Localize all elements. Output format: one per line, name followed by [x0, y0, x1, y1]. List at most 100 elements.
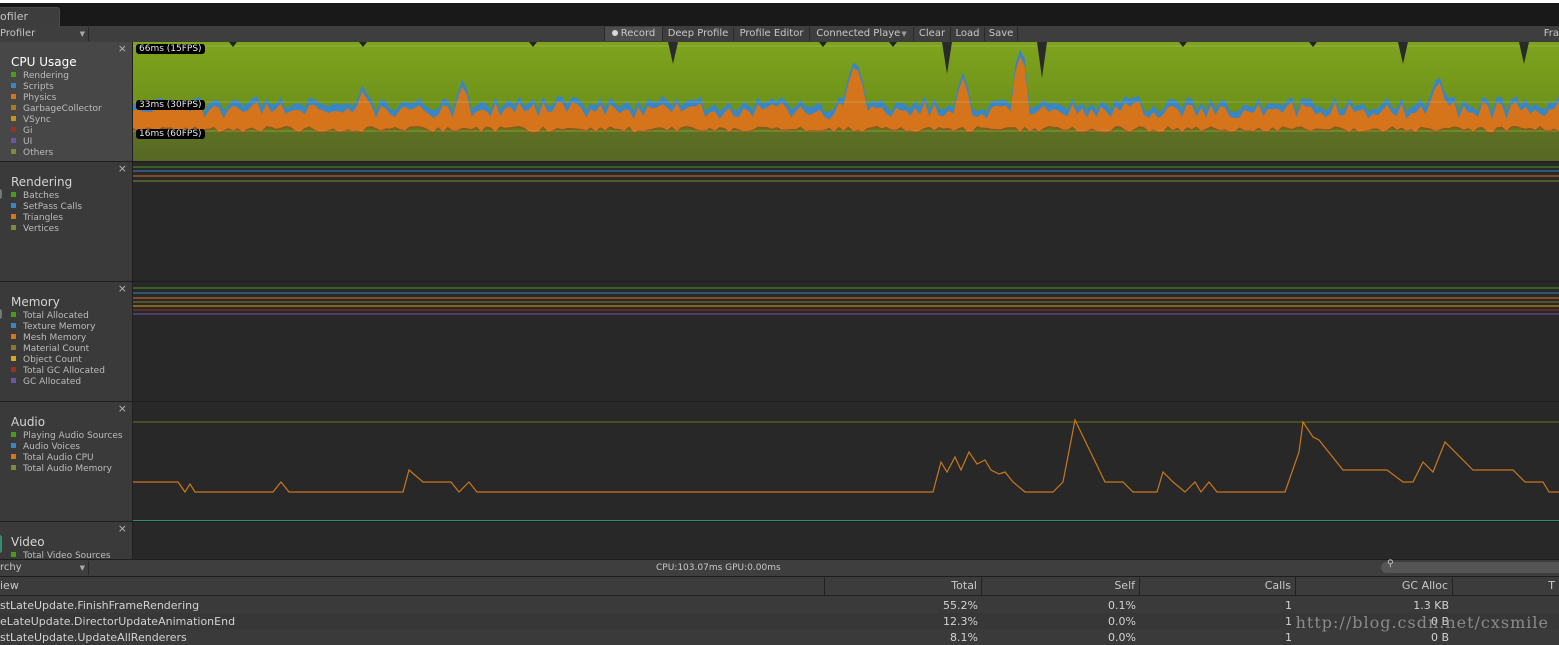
- legend-item[interactable]: Total Allocated: [11, 311, 105, 322]
- legend-item[interactable]: Material Count: [11, 344, 105, 355]
- column-header-gc-alloc[interactable]: GC Alloc: [1296, 577, 1453, 595]
- legend-item[interactable]: Gi: [11, 126, 102, 137]
- legend-swatch: [11, 465, 16, 470]
- legend-swatch: [11, 225, 16, 230]
- memory-lane[interactable]: × Memory Total Allocated Texture Memory …: [0, 282, 1559, 402]
- profiler-tab[interactable]: ofiler: [0, 7, 60, 26]
- legend-swatch: [11, 432, 16, 437]
- legend-swatch: [11, 83, 16, 88]
- legend-label: Triangles: [23, 213, 64, 223]
- save-button[interactable]: Save: [984, 27, 1018, 41]
- legend-item[interactable]: Total Audio Memory: [11, 464, 123, 475]
- audio-legend-panel[interactable]: × Audio Playing Audio Sources Audio Voic…: [0, 402, 133, 521]
- legend-item[interactable]: Vertices: [11, 224, 82, 235]
- legend-label: Object Count: [23, 355, 82, 365]
- legend-item[interactable]: Total Audio CPU: [11, 453, 123, 464]
- audio-graph[interactable]: [133, 402, 1559, 521]
- audio-lane[interactable]: × Audio Playing Audio Sources Audio Voic…: [0, 402, 1559, 522]
- legend-item[interactable]: GarbageCollector: [11, 104, 102, 115]
- legend-label: Total Audio CPU: [23, 453, 94, 463]
- legend-swatch: [11, 345, 16, 350]
- legend-label: VSync: [23, 115, 51, 125]
- hierarchy-view-dropdown[interactable]: rchy ▼: [0, 561, 89, 575]
- cpu-usage-chart: [133, 42, 1559, 161]
- rendering-graph[interactable]: [133, 162, 1559, 281]
- table-row[interactable]: stLateUpdate.FinishFrameRendering 55.2% …: [0, 597, 1559, 613]
- legend-item[interactable]: Triangles: [11, 213, 82, 224]
- legend-item[interactable]: Object Count: [11, 355, 105, 366]
- close-icon[interactable]: ×: [118, 403, 127, 414]
- lane-drag-handle[interactable]: [0, 189, 2, 199]
- cpu-lower-band: [133, 132, 1559, 161]
- legend-swatch: [11, 334, 16, 339]
- legend-swatch: [11, 192, 16, 197]
- legend-item[interactable]: GC Allocated: [11, 377, 105, 388]
- video-title: Video: [11, 535, 45, 549]
- row-total: 8.1%: [950, 631, 978, 644]
- column-header-calls[interactable]: Calls: [1140, 577, 1296, 595]
- series-line-audio-cpu: [133, 418, 1559, 494]
- column-header-time[interactable]: T: [1453, 577, 1559, 595]
- lane-drag-handle[interactable]: [0, 535, 2, 553]
- legend-item[interactable]: VSync: [11, 115, 102, 126]
- rendering-lane[interactable]: × Rendering Batches SetPass Calls Triang…: [0, 162, 1559, 282]
- legend-item[interactable]: Others: [11, 148, 102, 159]
- column-header-self[interactable]: Self: [982, 577, 1140, 595]
- video-legend-panel[interactable]: × Video Total Video Sources: [0, 522, 133, 559]
- legend-item[interactable]: Total Video Sources: [11, 551, 111, 559]
- record-button[interactable]: Record: [604, 27, 662, 41]
- close-icon[interactable]: ×: [118, 283, 127, 294]
- legend-swatch: [11, 116, 16, 121]
- close-icon[interactable]: ×: [118, 43, 127, 54]
- legend-swatch: [11, 443, 16, 448]
- search-input[interactable]: ⚲: [1381, 559, 1559, 573]
- legend-item[interactable]: Texture Memory: [11, 322, 105, 333]
- fps-label-60: 16ms (60FPS): [136, 129, 205, 139]
- close-icon[interactable]: ×: [118, 523, 127, 534]
- legend-swatch: [11, 203, 16, 208]
- legend-swatch: [11, 105, 16, 110]
- legend-swatch: [11, 378, 16, 383]
- cpu-usage-graph[interactable]: 66ms (15FPS) 33ms (30FPS) 16ms (60FPS): [133, 42, 1559, 161]
- cpu-usage-lane[interactable]: × CPU Usage Rendering Scripts Physics Ga…: [0, 42, 1559, 162]
- video-legend: Total Video Sources: [11, 551, 111, 559]
- legend-label: Gi: [23, 126, 33, 136]
- profiler-mode-dropdown[interactable]: Profiler ▼: [0, 27, 89, 41]
- legend-item[interactable]: Audio Voices: [11, 442, 123, 453]
- legend-label: GarbageCollector: [23, 104, 102, 114]
- deep-profile-button[interactable]: Deep Profile: [662, 27, 733, 41]
- cpu-usage-legend-panel[interactable]: × CPU Usage Rendering Scripts Physics Ga…: [0, 42, 133, 161]
- legend-label: Vertices: [23, 224, 59, 234]
- connected-player-dropdown[interactable]: Connected Playe▼: [809, 27, 913, 41]
- chevron-down-icon: ▼: [79, 30, 85, 38]
- legend-label: Texture Memory: [23, 322, 96, 332]
- legend-item[interactable]: Mesh Memory: [11, 333, 105, 344]
- legend-item[interactable]: UI: [11, 137, 102, 148]
- rendering-legend-panel[interactable]: × Rendering Batches SetPass Calls Triang…: [0, 162, 133, 281]
- clear-button[interactable]: Clear: [913, 27, 950, 41]
- video-graph[interactable]: [133, 522, 1559, 559]
- lane-drag-handle[interactable]: [0, 309, 2, 319]
- legend-item[interactable]: Playing Audio Sources: [11, 431, 123, 442]
- legend-swatch: [11, 356, 16, 361]
- record-label: Record: [620, 28, 656, 39]
- legend-swatch: [11, 72, 16, 77]
- column-header-name[interactable]: iew: [0, 577, 825, 595]
- memory-legend-panel[interactable]: × Memory Total Allocated Texture Memory …: [0, 282, 133, 401]
- legend-item[interactable]: Total GC Allocated: [11, 366, 105, 377]
- legend-item[interactable]: Physics: [11, 93, 102, 104]
- legend-item[interactable]: SetPass Calls: [11, 202, 82, 213]
- legend-item[interactable]: Scripts: [11, 82, 102, 93]
- video-lane[interactable]: × Video Total Video Sources: [0, 522, 1559, 559]
- column-header-total[interactable]: Total: [825, 577, 982, 595]
- legend-item[interactable]: Batches: [11, 191, 82, 202]
- close-icon[interactable]: ×: [118, 163, 127, 174]
- load-button[interactable]: Load: [950, 27, 984, 41]
- tab-bar: ofiler: [0, 3, 1559, 26]
- audio-chart: [133, 418, 1559, 521]
- chevron-down-icon: ▼: [901, 30, 907, 38]
- rendering-legend: Batches SetPass Calls Triangles Vertices: [11, 191, 82, 235]
- profile-editor-button[interactable]: Profile Editor: [733, 27, 809, 41]
- memory-graph[interactable]: [133, 282, 1559, 401]
- legend-item[interactable]: Rendering: [11, 71, 102, 82]
